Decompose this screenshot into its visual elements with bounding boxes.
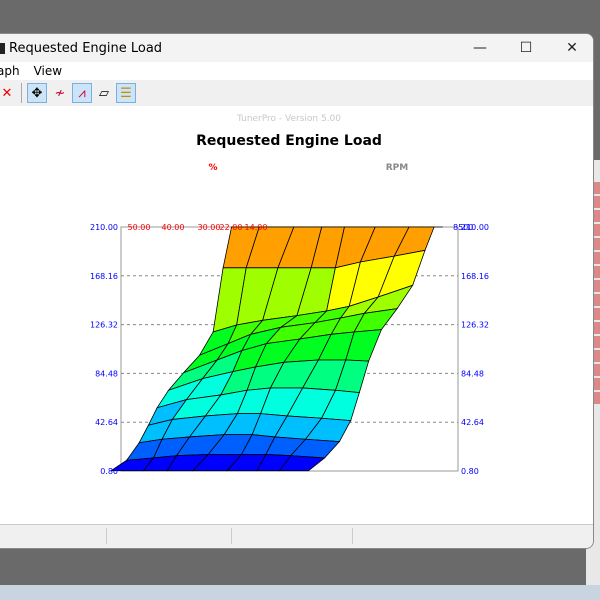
close-x-icon[interactable]: ✕ [0,83,17,103]
z-tick-label-right: 168.16 [461,272,489,281]
graph-window: Requested Engine Load — ☐ ✕ aph View ✕ ✥… [0,33,594,549]
line-graph-icon[interactable]: ≁ [50,83,70,103]
window-title: Requested Engine Load [9,40,163,56]
x-tick-label: 22.00 [220,223,243,232]
status-bar [0,524,593,548]
graph-area[interactable]: TunerPro - Version 5.00 Requested Engine… [0,106,593,524]
minimize-button[interactable]: — [457,34,503,62]
graph-2d-icon[interactable]: ⩘ [72,83,92,103]
legend-icon[interactable]: ☰ [116,83,136,103]
surface-chart[interactable]: TunerPro - Version 5.00 Requested Engine… [0,106,593,524]
maximize-button[interactable]: ☐ [503,34,549,62]
toolbar: ✕ ✥ ≁ ⩘ ▱ ☰ [0,80,593,106]
title-bar: Requested Engine Load — ☐ ✕ [0,34,593,62]
z-tick-label-right: 0.80 [461,467,479,476]
close-button[interactable]: ✕ [549,34,593,62]
watermark: TunerPro - Version 5.00 [236,114,341,124]
z-tick-label-left: 126.32 [90,321,118,330]
y-tick-label: 8500 [453,223,473,232]
surface-3d-icon[interactable]: ▱ [94,83,114,103]
x-tick-label: 14.00 [245,223,268,232]
x-tick-label: 30.00 [198,223,221,232]
z-tick-label-right: 42.64 [461,418,484,427]
y-axis-label: RPM [386,163,409,173]
x-tick-label: 50.00 [128,223,151,232]
toolbar-divider [21,83,22,103]
menu-view[interactable]: View [34,64,62,78]
x-axis-label: % [208,163,217,173]
x-tick-label: 40.00 [162,223,185,232]
z-tick-label-right: 84.48 [461,369,484,378]
chart-title: Requested Engine Load [196,133,382,149]
taskbar [0,585,600,600]
move-icon[interactable]: ✥ [27,83,47,103]
z-tick-label-left: 42.64 [95,418,118,427]
app-icon [0,42,5,54]
status-segment [107,528,232,544]
z-tick-label-left: 84.48 [95,369,118,378]
menu-bar: aph View [0,62,593,80]
status-segment [0,528,107,544]
status-segment [232,528,353,544]
z-tick-label-right: 126.32 [461,321,489,330]
z-tick-label-left: 168.16 [90,272,118,281]
menu-graph[interactable]: aph [0,64,20,78]
z-tick-label-left: 0.80 [100,467,118,476]
z-tick-label-left: 210.00 [90,223,118,232]
